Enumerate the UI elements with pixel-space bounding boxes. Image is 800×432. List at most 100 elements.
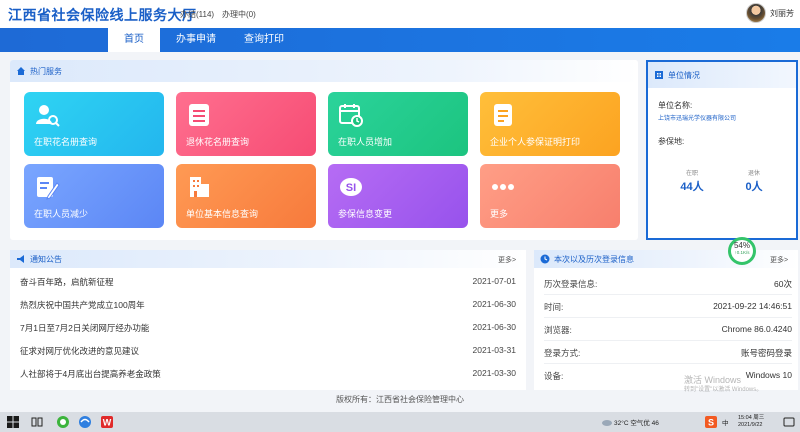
login-info-key: 时间:: [544, 302, 564, 312]
tile-label: 企业个人参保证明打印: [490, 137, 581, 147]
svg-text:SI: SI: [346, 182, 356, 194]
footer: 版权所有：江西省社会保险管理中心: [336, 395, 464, 404]
notice-item-date: 2021-07-01: [472, 276, 516, 286]
tile-more[interactable]: 更多: [480, 164, 620, 228]
building-icon: [186, 174, 212, 200]
tile-insurance-info-change[interactable]: SI 参保信息变更: [328, 164, 468, 228]
tile-retired-roster-query[interactable]: 退休花名册查询: [176, 92, 316, 156]
browser-360-icon[interactable]: [56, 415, 70, 429]
retired-staff-label: 退休: [747, 171, 760, 177]
tile-add-staff[interactable]: 在职人员增加: [328, 92, 468, 156]
login-info-panel: 本次以及历次登录信息 更多> 历次登录信息: 60次 时间: 2021-09-2…: [534, 250, 798, 390]
watermark-line-1: 激活 Windows: [684, 375, 742, 385]
wps-icon[interactable]: W: [100, 415, 114, 429]
notice-header: 通知公告: [10, 250, 526, 268]
todo-link[interactable]: 办结(114): [180, 9, 214, 20]
notice-item-title[interactable]: 7月1日至7月2日关闭网厅经办功能: [20, 322, 149, 334]
notice-item-date: 2021-03-31: [472, 345, 516, 355]
browser-icon[interactable]: [78, 415, 92, 429]
notice-item[interactable]: 热烈庆祝中国共产党成立100周年 2021-06-30: [20, 293, 526, 316]
main-nav: 首页 办事申请 查询打印: [0, 28, 800, 52]
notice-item[interactable]: 征求对网厅优化改进的意见建议 2021-03-31: [20, 339, 526, 362]
login-info-value: 60次: [774, 279, 792, 289]
hot-services-header: 热门服务: [10, 60, 638, 82]
hot-services-title: 热门服务: [30, 66, 62, 76]
list-icon: [186, 102, 212, 128]
svg-text:W: W: [103, 418, 112, 428]
unit-info-title: 单位情况: [668, 70, 700, 80]
input-language[interactable]: 中: [722, 417, 729, 427]
notice-item-date: 2021-03-30: [472, 368, 516, 378]
weather-text[interactable]: 32°C 空气优 46: [614, 417, 659, 427]
tile-unit-info-query[interactable]: 单位基本信息查询: [176, 164, 316, 228]
taskbar-time[interactable]: 15:04 周三: [738, 413, 764, 421]
unit-name-value: 上饶市迅瑞光学仪器有限公司: [658, 116, 737, 122]
login-info-row: 时间: 2021-09-22 14:46:51: [544, 295, 792, 318]
login-info-row: 历次登录信息: 60次: [544, 272, 792, 295]
notice-item[interactable]: 奋斗百年路，启航新征程 2021-07-01: [20, 270, 526, 293]
login-more-link[interactable]: 更多>: [770, 255, 788, 265]
login-info-header: 本次以及历次登录信息: [534, 250, 798, 268]
svg-text:S: S: [708, 418, 714, 428]
site-title: 江西省社会保险线上服务大厅: [8, 7, 197, 23]
tile-label: 在职人员增加: [338, 137, 393, 147]
avatar[interactable]: [746, 3, 766, 23]
notification-icon[interactable]: [782, 415, 796, 429]
person-search-icon: [34, 102, 60, 128]
user-menu[interactable]: 刘丽芳: [746, 3, 794, 23]
taskbar-date[interactable]: 2021/9/22: [738, 422, 762, 428]
tab-query-print[interactable]: 查询打印: [232, 28, 296, 52]
login-info-key: 浏览器:: [544, 325, 572, 335]
notice-item-title[interactable]: 人社部将于4月底出台提高养老金政策: [20, 368, 161, 380]
weather-icon[interactable]: [600, 415, 614, 429]
login-info-value: 账号密码登录: [740, 348, 792, 358]
active-staff-label: 在职: [685, 171, 698, 177]
login-info-row: 浏览器: Chrome 86.0.4240: [544, 318, 792, 341]
notice-item-title[interactable]: 热烈庆祝中国共产党成立100周年: [20, 299, 145, 311]
tile-active-roster-query[interactable]: 在职花名册查询: [24, 92, 164, 156]
user-name[interactable]: 刘丽芳: [770, 8, 794, 19]
home-icon: [16, 66, 26, 76]
login-info-title: 本次以及历次登录信息: [554, 254, 634, 264]
notice-item[interactable]: 7月1日至7月2日关闭网厅经办功能 2021-06-30: [20, 316, 526, 339]
notice-item-date: 2021-06-30: [472, 322, 516, 332]
notice-item-title[interactable]: 奋斗百年路，启航新征程: [20, 276, 114, 288]
login-info-value: Chrome 86.0.4240: [721, 324, 792, 334]
edit-document-icon: [34, 174, 60, 200]
clock-icon: [540, 254, 550, 264]
sogou-ime-icon[interactable]: S: [704, 415, 718, 429]
document-icon: [490, 102, 516, 128]
social-insurance-icon: SI: [338, 174, 364, 200]
building-icon: [654, 70, 664, 80]
network-speed-gauge[interactable]: 54% ↑0.1K/s: [728, 237, 756, 265]
calendar-clock-icon: [338, 102, 364, 128]
active-staff-count: 44人: [680, 181, 704, 193]
task-view-icon[interactable]: [30, 415, 44, 429]
hot-services-panel: 热门服务 在职花名册查询 退休花名册查询 在职人员增加 企业个人参保证明打印 在…: [10, 60, 638, 240]
notice-item[interactable]: 人社部将于4月底出台提高养老金政策 2021-03-30: [20, 362, 526, 385]
tile-label: 更多: [490, 209, 509, 219]
megaphone-icon: [16, 254, 26, 264]
login-info-key: 设备:: [544, 371, 564, 381]
login-info-value: 2021-09-22 14:46:51: [713, 301, 792, 311]
unit-info-header: 单位情况: [648, 62, 796, 88]
tile-reduce-staff[interactable]: 在职人员减少: [24, 164, 164, 228]
windows-start-icon[interactable]: [6, 415, 20, 429]
tab-apply[interactable]: 办事申请: [166, 28, 226, 52]
in-progress-link[interactable]: 办理中(0): [222, 9, 256, 20]
notice-item-title[interactable]: 征求对网厅优化改进的意见建议: [20, 345, 139, 357]
retired-staff-count: 0人: [745, 181, 763, 193]
notice-panel: 通知公告 更多> 奋斗百年路，启航新征程 2021-07-01 热烈庆祝中国共产…: [10, 250, 526, 390]
unit-name-label: 单位名称:: [658, 101, 693, 110]
tile-label: 单位基本信息查询: [186, 209, 259, 219]
login-info-key: 登录方式:: [544, 348, 581, 358]
more-icon: [490, 174, 516, 200]
notice-more-link[interactable]: 更多>: [498, 255, 516, 265]
top-header: 江西省社会保险线上服务大厅 办结(114) 办理中(0) 刘丽芳: [0, 0, 800, 28]
gauge-percent: 54%: [733, 241, 750, 250]
tile-label: 在职花名册查询: [34, 137, 98, 147]
tile-insurance-certificate-print[interactable]: 企业个人参保证明打印: [480, 92, 620, 156]
tab-home[interactable]: 首页: [108, 28, 160, 52]
gauge-speed: ↑0.1K/s: [734, 250, 750, 255]
tile-label: 退休花名册查询: [186, 137, 250, 147]
